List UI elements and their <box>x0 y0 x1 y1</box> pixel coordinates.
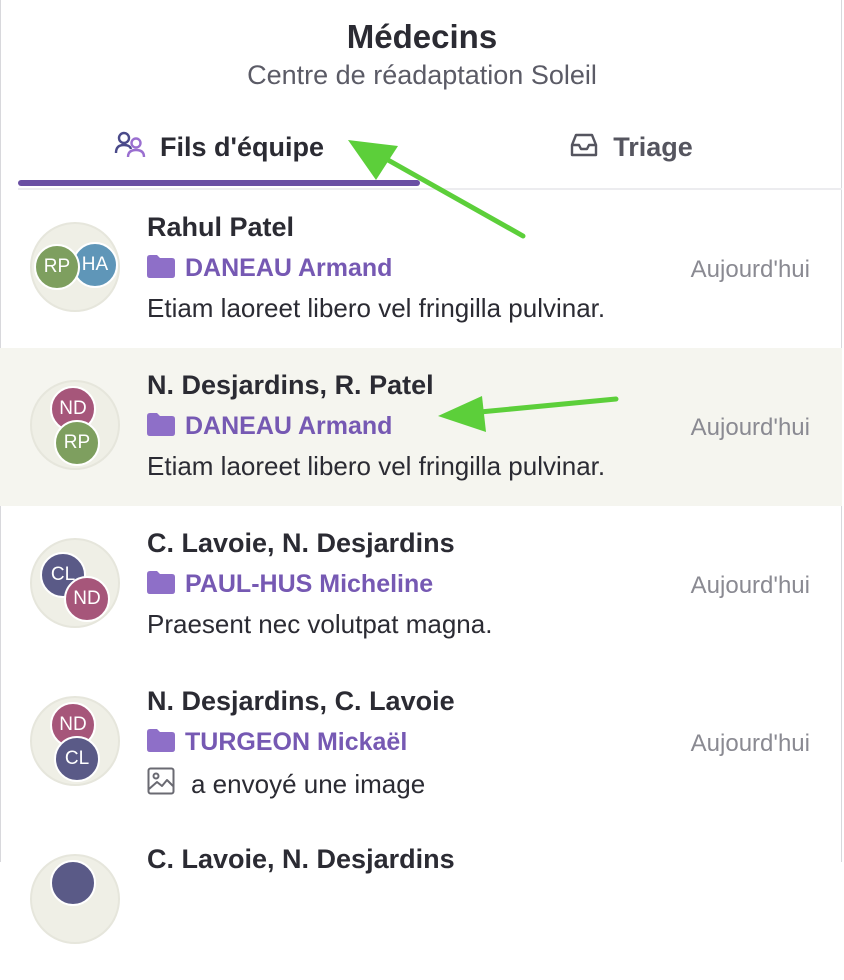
patient-name: PAUL-HUS Micheline <box>185 570 434 598</box>
tab-team-threads[interactable]: Fils d'équipe <box>18 112 420 182</box>
team-icon <box>114 131 146 164</box>
patient-link[interactable]: DANEAU Armand <box>147 254 392 283</box>
avatar-group: CL ND <box>30 538 120 628</box>
message-preview: Etiam laoreet libero vel fringilla pulvi… <box>147 451 605 482</box>
tab-triage[interactable]: Triage <box>420 112 842 182</box>
thread-participants: N. Desjardins, C. Lavoie <box>147 686 455 716</box>
folder-icon <box>147 254 175 283</box>
preview-text: Etiam laoreet libero vel fringilla pulvi… <box>147 293 606 323</box>
avatar-group: ND CL <box>30 696 120 786</box>
folder-icon <box>147 412 175 441</box>
header: Médecins Centre de réadaptation Soleil <box>0 0 844 100</box>
thread-row[interactable]: C. Lavoie, N. Desjardins <box>0 822 842 980</box>
active-tab-indicator <box>18 180 420 186</box>
page-subtitle: Centre de réadaptation Soleil <box>247 60 597 90</box>
thread-participants: N. Desjardins, R. Patel <box>147 370 434 400</box>
thread-row[interactable]: ND CL N. Desjardins, C. Lavoie TURGEON M… <box>0 664 842 822</box>
avatar-group: RP HA <box>30 222 120 312</box>
avatar: CL <box>54 736 100 782</box>
patient-link[interactable]: PAUL-HUS Micheline <box>147 570 433 599</box>
patient-name: DANEAU Armand <box>185 254 393 282</box>
patient-link[interactable]: TURGEON Mickaël <box>147 728 407 757</box>
thread-participants: C. Lavoie, N. Desjardins <box>147 528 455 558</box>
message-preview: a envoyé une image <box>147 767 425 802</box>
avatar-group: ND RP <box>30 380 120 470</box>
message-preview: Praesent nec volutpat magna. <box>147 609 492 640</box>
patient-name: DANEAU Armand <box>185 412 393 440</box>
tab-team-label: Fils d'équipe <box>160 131 324 162</box>
inbox-icon <box>569 132 599 163</box>
tab-triage-label: Triage <box>613 131 693 162</box>
thread-date: Aujourd'hui <box>690 256 810 283</box>
thread-row[interactable]: RP HA Rahul Patel DANEAU Armand Aujourd'… <box>0 190 842 348</box>
page-title: Médecins <box>346 18 498 55</box>
preview-text: Etiam laoreet libero vel fringilla pulvi… <box>147 451 606 481</box>
patient-name: TURGEON Mickaël <box>185 728 408 756</box>
thread-row[interactable]: ND RP N. Desjardins, R. Patel DANEAU Arm… <box>0 348 842 506</box>
avatar-group <box>30 854 120 944</box>
avatar <box>50 860 96 906</box>
thread-participants: Rahul Patel <box>147 212 295 242</box>
preview-text: a envoyé une image <box>191 769 426 799</box>
thread-participants: C. Lavoie, N. Desjardins <box>147 844 455 874</box>
image-icon <box>147 767 175 802</box>
avatar: RP <box>54 420 100 466</box>
folder-icon <box>147 728 175 757</box>
tab-bar: Fils d'équipe Triage <box>18 112 842 190</box>
avatar: RP <box>34 244 80 290</box>
message-preview: Etiam laoreet libero vel fringilla pulvi… <box>147 293 605 324</box>
patient-link[interactable]: DANEAU Armand <box>147 412 392 441</box>
avatar: ND <box>64 576 110 622</box>
thread-date: Aujourd'hui <box>690 572 810 599</box>
thread-date: Aujourd'hui <box>690 414 810 441</box>
thread-row[interactable]: CL ND C. Lavoie, N. Desjardins PAUL-HUS … <box>0 506 842 664</box>
preview-text: Praesent nec volutpat magna. <box>147 609 493 639</box>
thread-date: Aujourd'hui <box>690 730 810 757</box>
folder-icon <box>147 570 175 599</box>
